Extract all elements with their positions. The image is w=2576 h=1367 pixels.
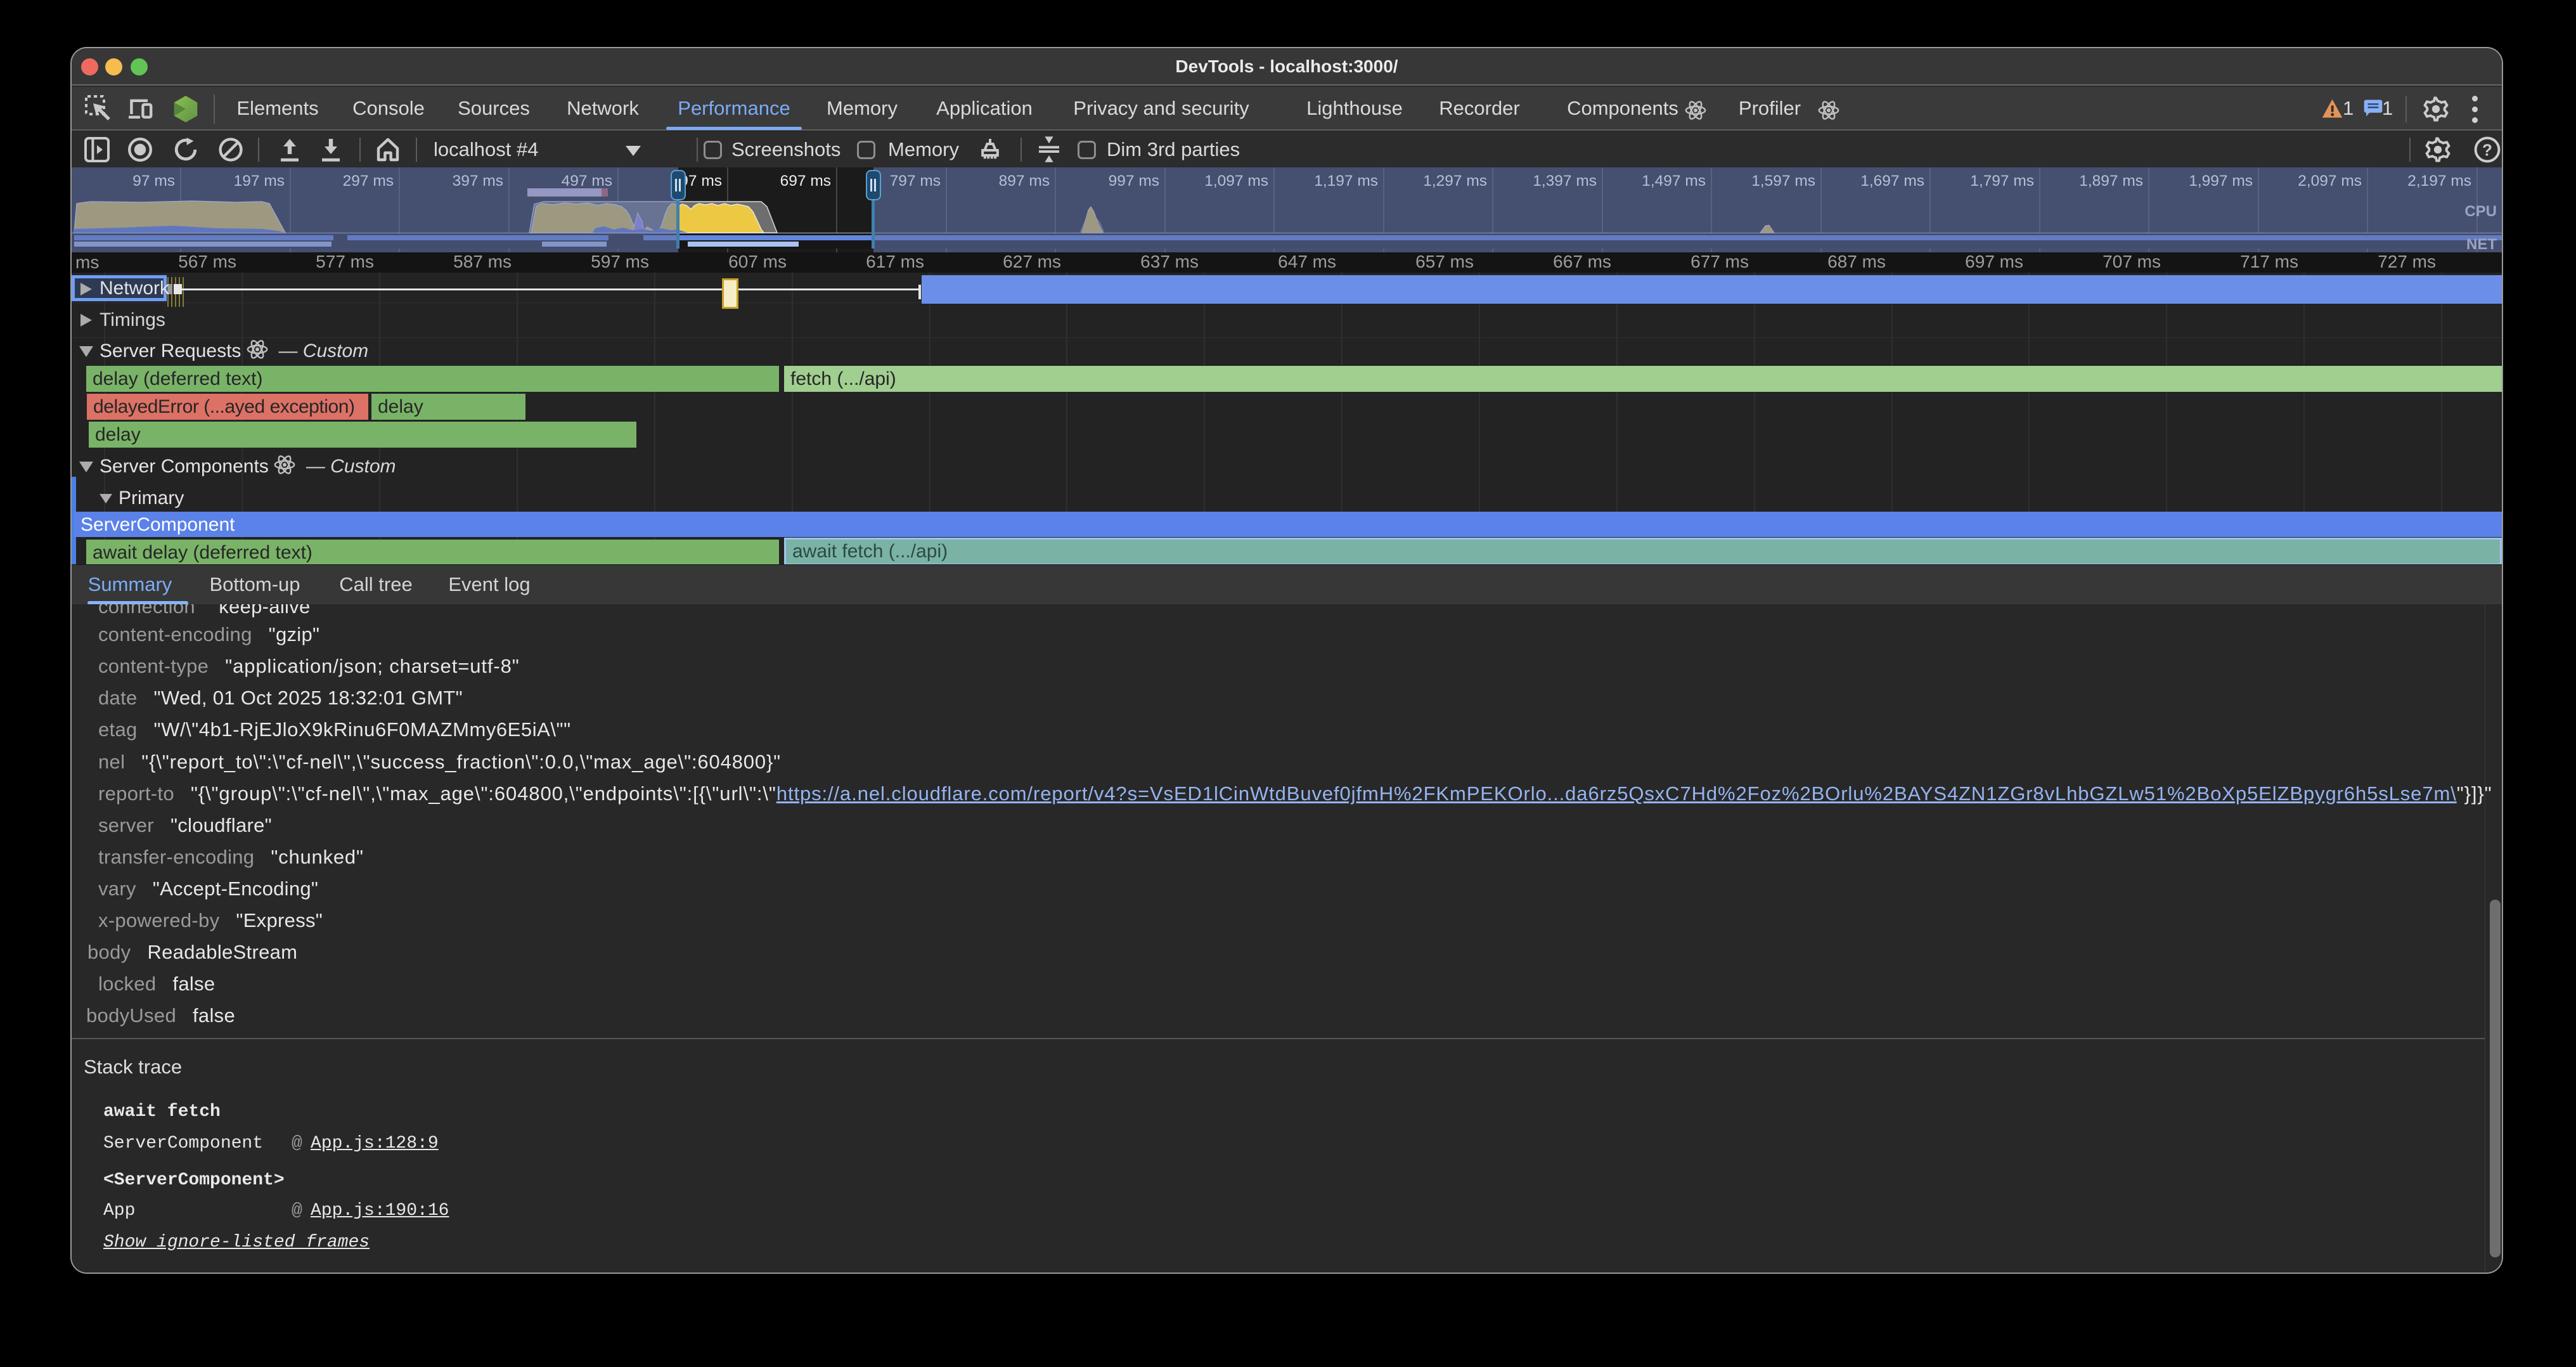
svg-text:?: ? <box>2482 140 2492 159</box>
